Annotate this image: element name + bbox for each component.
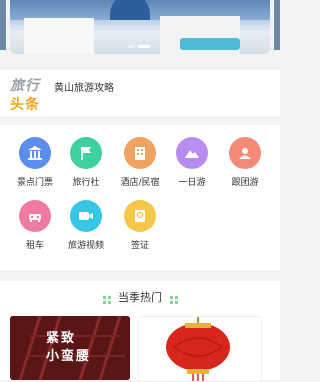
video-icon — [70, 200, 102, 232]
white-house — [24, 18, 94, 54]
service-car-rental[interactable]: 租车 — [7, 200, 63, 251]
service-hotel[interactable]: 酒店/民宿 — [112, 137, 168, 188]
dome-roof — [110, 0, 150, 20]
hot-item-card[interactable]: 紧致 小蛮腰 — [10, 316, 130, 380]
banner-next-peek — [274, 0, 280, 50]
carousel-dot[interactable] — [128, 45, 134, 48]
visa-icon — [124, 200, 156, 232]
flag-icon — [70, 137, 102, 169]
service-ticket[interactable]: 景点门票 — [7, 137, 63, 188]
headlines-logo-bottom: 头条 — [10, 97, 40, 113]
group-icon — [229, 137, 261, 169]
lantern-image — [166, 317, 230, 381]
banner-carousel[interactable] — [0, 0, 280, 62]
services-grid: 景点门票 旅行社 酒店/民宿 一日游 跟团游 租车 旅游视频 签证 — [0, 125, 280, 270]
service-agency[interactable]: 旅行社 — [58, 137, 114, 188]
hot-item-card[interactable] — [138, 316, 262, 382]
decoration-icon — [102, 294, 111, 304]
headlines-logo-top: 旅行 — [10, 78, 40, 94]
banner-slide[interactable] — [10, 0, 270, 54]
service-day-trip[interactable]: 一日游 — [164, 137, 220, 188]
pool — [180, 38, 240, 50]
seasonal-hot-section: 当季热门 紧致 小蛮腰 — [0, 281, 280, 382]
hotel-icon — [124, 137, 156, 169]
headline-text[interactable]: 黄山旅游攻略 — [54, 79, 114, 94]
travel-headlines[interactable]: 旅行 头条 黄山旅游攻略 — [0, 70, 280, 116]
service-visa[interactable]: 签证 — [112, 200, 168, 251]
temple-icon — [19, 137, 51, 169]
mountain-icon — [176, 137, 208, 169]
service-travel-video[interactable]: 旅游视频 — [58, 200, 114, 251]
banner-prev-peek — [0, 0, 6, 50]
section-title: 当季热门 — [118, 291, 162, 304]
decoration-icon — [169, 294, 178, 304]
car-icon — [19, 200, 51, 232]
carousel-dot-active[interactable] — [138, 45, 150, 48]
service-group-tour[interactable]: 跟团游 — [217, 137, 273, 188]
